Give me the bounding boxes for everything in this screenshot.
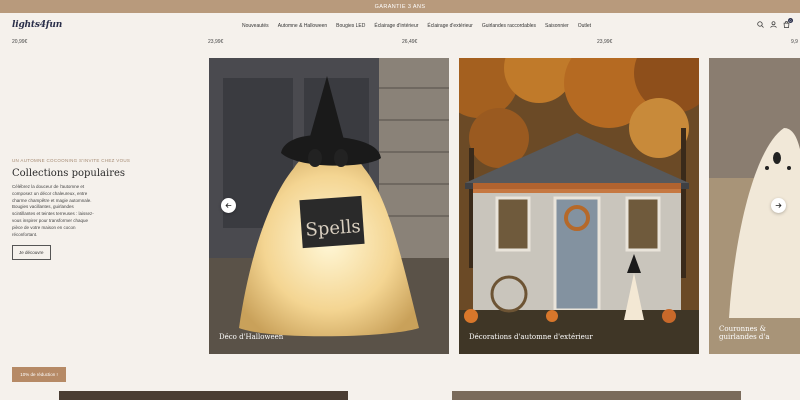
collections-intro: UN AUTOMNE COCOONING S'INVITE CHEZ VOUS …: [12, 158, 142, 261]
search-icon[interactable]: [757, 21, 764, 28]
product-price: 23,99€: [597, 39, 613, 45]
nav-item-nouveautes[interactable]: Nouveautés: [242, 23, 269, 29]
product-price: 9,9: [791, 39, 798, 45]
account-icon[interactable]: [770, 21, 777, 28]
announcement-text: GARANTIE 3 ANS: [374, 3, 426, 10]
carousel-prev-button[interactable]: [221, 198, 236, 213]
card-label: Déco d'Halloween: [219, 333, 284, 341]
collections-title: Collections populaires: [12, 168, 126, 179]
book-text: Spells: [305, 216, 362, 241]
product-price: 20,99€: [12, 39, 28, 45]
halloween-ghost-image: Spells: [209, 58, 449, 354]
arrow-right-icon: [775, 203, 782, 208]
card-label: Couronnes & guirlandes d'a: [719, 325, 770, 341]
site-logo[interactable]: lights4fun: [12, 20, 62, 30]
collection-card-couronnes[interactable]: Couronnes & guirlandes d'a: [709, 58, 800, 354]
announcement-bar: GARANTIE 3 ANS: [0, 0, 800, 13]
arrow-left-icon: [225, 203, 232, 208]
cart-count-badge: 0: [788, 18, 793, 23]
bottom-image-right: [452, 391, 741, 400]
nav-item-bougies-led[interactable]: Bougies LED: [336, 23, 365, 29]
header-icons: 0: [757, 18, 793, 28]
product-price: 26,49€: [402, 39, 418, 45]
bottom-image-left: [59, 391, 348, 400]
nav-item-saisonnier[interactable]: Saisonnier: [545, 23, 569, 29]
collection-card-halloween[interactable]: Spells Déco d'Halloween: [209, 58, 449, 354]
card-label: Décorations d'automne d'extérieur: [469, 333, 593, 341]
product-price: 23,99€: [208, 39, 224, 45]
site-header: lights4fun Nouveautés Automne & Hallowee…: [0, 13, 800, 39]
nav-item-eclairage-exterieur[interactable]: Éclairage d'extérieur: [427, 23, 472, 29]
collections-description: Célébrez la douceur de l'automne et comp…: [12, 184, 94, 237]
nav-item-automne-halloween[interactable]: Automne & Halloween: [278, 23, 327, 29]
nav-item-guirlandes[interactable]: Guirlandes raccordables: [482, 23, 536, 29]
discover-button[interactable]: Je découvre: [12, 245, 51, 261]
discount-button[interactable]: 10% de réduction !: [12, 367, 66, 382]
garland-ghost-image: [709, 58, 800, 354]
collection-card-automne-exterieur[interactable]: Décorations d'automne d'extérieur: [459, 58, 699, 354]
nav-item-eclairage-interieur[interactable]: Éclairage d'intérieur: [374, 23, 418, 29]
main-nav: Nouveautés Automne & Halloween Bougies L…: [242, 13, 591, 39]
carousel-next-button[interactable]: [771, 198, 786, 213]
collections-eyebrow: UN AUTOMNE COCOONING S'INVITE CHEZ VOUS: [12, 158, 131, 163]
nav-item-outlet[interactable]: Outlet: [578, 23, 591, 29]
autumn-shed-image: [459, 58, 699, 354]
cart-icon[interactable]: 0: [783, 18, 793, 28]
